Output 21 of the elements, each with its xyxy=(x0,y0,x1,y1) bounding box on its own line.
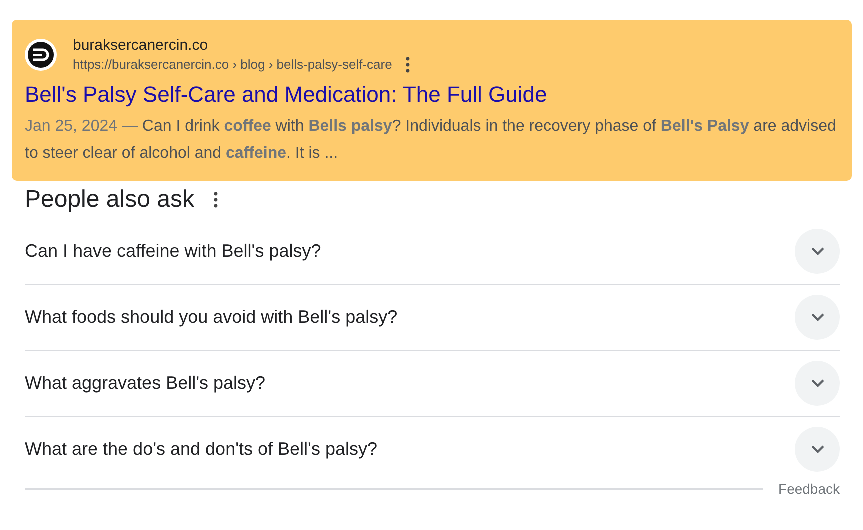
chevron-down-icon xyxy=(810,313,824,322)
question-text[interactable]: Can I have caffeine with Bell's palsy? xyxy=(25,241,322,262)
question-text[interactable]: What aggravates Bell's palsy? xyxy=(25,373,266,394)
chevron-down-icon xyxy=(810,445,824,454)
site-name: buraksercanercin.co xyxy=(73,36,210,56)
expand-button[interactable] xyxy=(795,361,840,406)
expand-button[interactable] xyxy=(795,295,840,340)
chevron-down-icon xyxy=(810,247,824,256)
feedback-link[interactable]: Feedback xyxy=(778,481,840,497)
result-url: https://buraksercanercin.co › blog › bells-palsy-self-care xyxy=(73,56,392,74)
section-heading: People also ask xyxy=(25,186,194,214)
result-snippet: Jan 25, 2024 — Can I drink coffee with Bells palsy? Individuals in the recovery phase of Bell's Palsy are advised to steer clear of alcohol and caffeine. It is ... xyxy=(25,117,838,164)
question-text[interactable]: What are the do's and don'ts of Bell's palsy? xyxy=(25,439,378,460)
expand-button[interactable] xyxy=(795,229,840,274)
chevron-down-icon xyxy=(810,379,824,388)
question-text[interactable]: What foods should you avoid with Bell's palsy? xyxy=(25,307,398,328)
result-title-link[interactable]: Bell's Palsy Self-Care and Medication: The Full Guide xyxy=(25,81,548,109)
more-options-icon[interactable] xyxy=(214,192,218,208)
more-options-icon[interactable] xyxy=(406,57,410,73)
site-logo-icon xyxy=(25,39,57,71)
expand-button[interactable] xyxy=(795,427,840,472)
